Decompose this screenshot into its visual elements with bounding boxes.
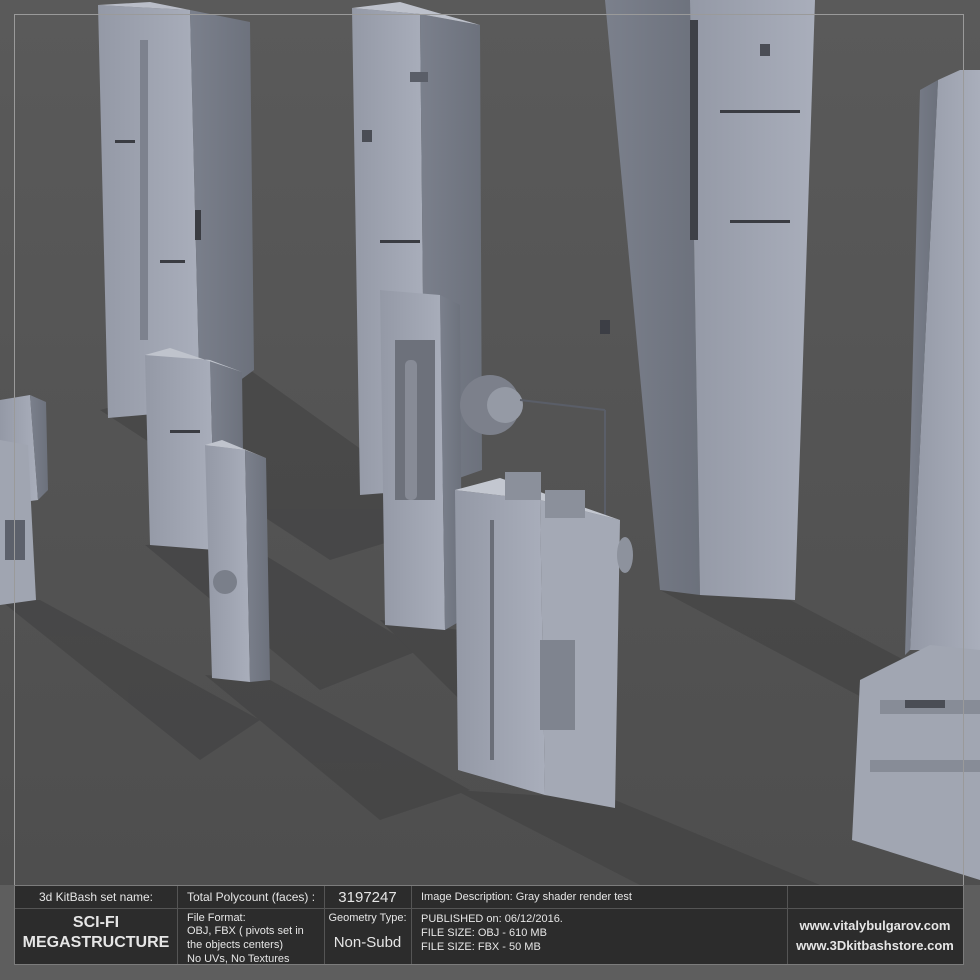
- render-scene: [0, 0, 980, 885]
- set-name-line2: MEGASTRUCTURE: [22, 934, 170, 951]
- image-description: Image Description: Gray shader render te…: [421, 891, 632, 903]
- published-date: PUBLISHED on: 06/12/2016.: [421, 913, 563, 925]
- geometry-type-label: Geometry Type:: [328, 912, 407, 924]
- info-panel: 3d KitBash set name: SCI-FI MEGASTRUCTUR…: [14, 885, 964, 965]
- geometry-type-value: Non-Subd: [333, 934, 402, 951]
- file-size-obj: FILE SIZE: OBJ - 610 MB: [421, 927, 547, 939]
- kitbash-preview-image: 3d KitBash set name: SCI-FI MEGASTRUCTUR…: [0, 0, 980, 980]
- panel-divider-horizontal: [15, 908, 963, 909]
- website-link-1[interactable]: www.vitalybulgarov.com: [787, 916, 963, 936]
- file-size-fbx: FILE SIZE: FBX - 50 MB: [421, 941, 541, 953]
- set-name-line1: SCI-FI: [72, 914, 120, 931]
- set-name-label: 3d KitBash set name:: [38, 890, 154, 904]
- website-link-2[interactable]: www.3Dkitbashstore.com: [787, 936, 963, 956]
- panel-divider: [177, 886, 178, 964]
- block-front-center: [455, 472, 633, 808]
- block-thin-sphere: [205, 440, 270, 682]
- polycount-value: 3197247: [338, 889, 397, 906]
- panel-divider: [411, 886, 412, 964]
- file-format-label: File Format:: [187, 912, 246, 924]
- file-format-line1: OBJ, FBX ( pivots set in: [187, 925, 304, 937]
- file-format-line3: No UVs, No Textures: [187, 953, 290, 965]
- file-format-line2: the objects centers): [187, 939, 283, 951]
- polycount-label: Total Polycount (faces) :: [187, 890, 316, 904]
